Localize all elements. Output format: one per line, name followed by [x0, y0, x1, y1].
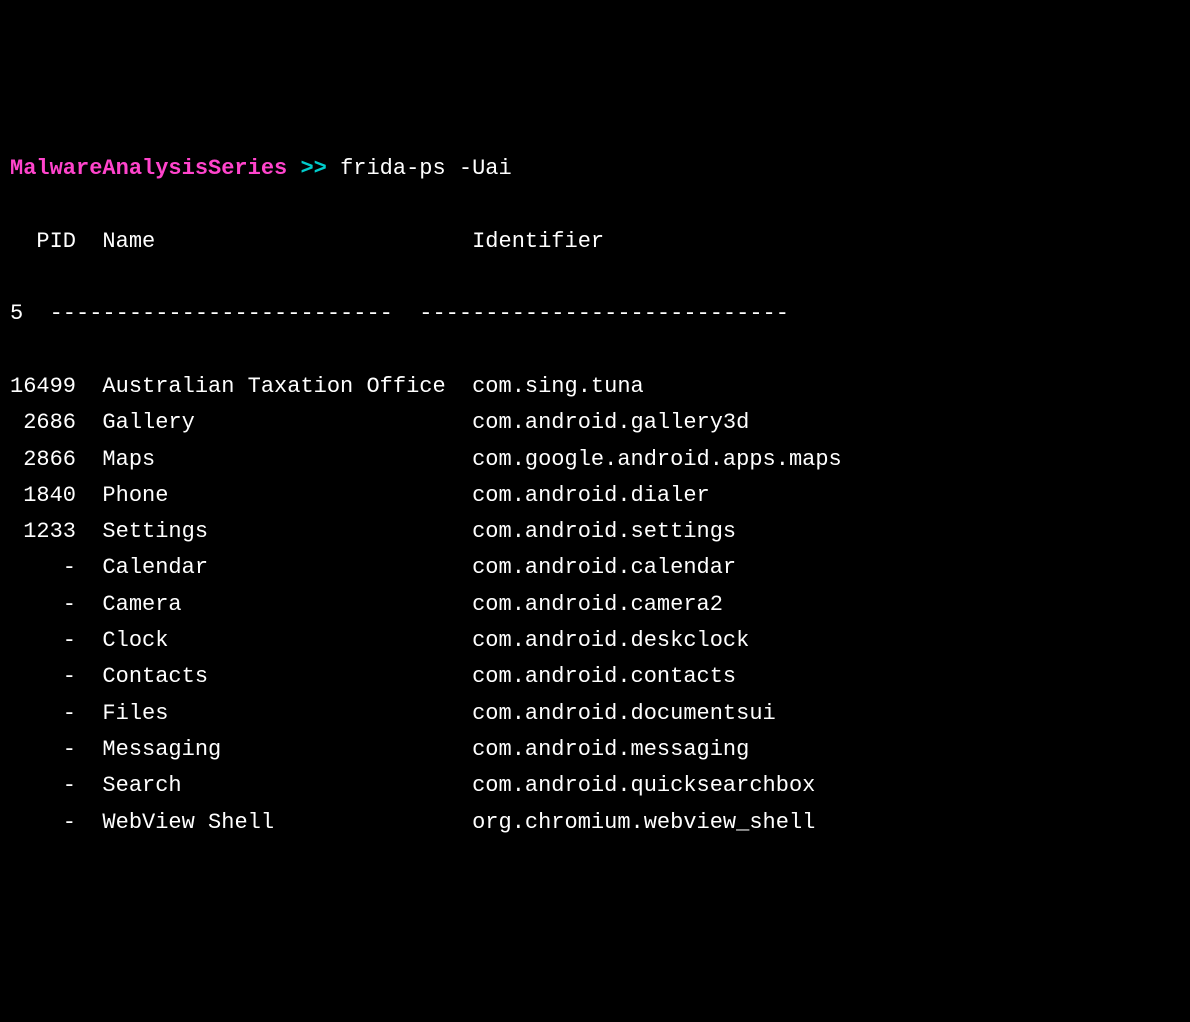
cell-pid: 2686: [10, 410, 76, 435]
table-row: 1233 Settings com.android.settings: [10, 514, 1180, 550]
cell-identifier: com.android.documentsui: [472, 701, 776, 726]
gutter-number: 5: [10, 301, 23, 326]
cell-name: Phone: [102, 483, 445, 508]
cell-pid: -: [10, 810, 76, 835]
table-divider: 5 -------------------------- -----------…: [10, 296, 1180, 332]
cell-pid: 2866: [10, 447, 76, 472]
cell-identifier: com.android.messaging: [472, 737, 749, 762]
table-row: - WebView Shell org.chromium.webview_she…: [10, 805, 1180, 841]
table-row: - Search com.android.quicksearchbox: [10, 768, 1180, 804]
cell-pid: 1840: [10, 483, 76, 508]
table-row: - Files com.android.documentsui: [10, 696, 1180, 732]
cell-identifier: org.chromium.webview_shell: [472, 810, 815, 835]
cell-pid: -: [10, 592, 76, 617]
table-row: - Messaging com.android.messaging: [10, 732, 1180, 768]
cell-identifier: com.android.deskclock: [472, 628, 749, 653]
cell-name: Calendar: [102, 555, 445, 580]
cell-name: Search: [102, 773, 445, 798]
cell-pid: -: [10, 664, 76, 689]
cell-name: Gallery: [102, 410, 445, 435]
table-row: - Camera com.android.camera2: [10, 587, 1180, 623]
table-header: PID Name Identifier: [10, 224, 1180, 260]
cell-name: Messaging: [102, 737, 445, 762]
cell-pid: 1233: [10, 519, 76, 544]
cell-name: Clock: [102, 628, 445, 653]
cell-identifier: com.android.settings: [472, 519, 736, 544]
cell-pid: -: [10, 773, 76, 798]
cell-name: Maps: [102, 447, 445, 472]
table-row: 2686 Gallery com.android.gallery3d: [10, 405, 1180, 441]
header-name: Name: [102, 229, 155, 254]
cell-identifier: com.google.android.apps.maps: [472, 447, 842, 472]
cell-name: Australian Taxation Office: [102, 374, 445, 399]
cell-identifier: com.sing.tuna: [472, 374, 644, 399]
prompt-directory: MalwareAnalysisSeries: [10, 151, 287, 187]
cell-name: Files: [102, 701, 445, 726]
cell-pid: -: [10, 555, 76, 580]
header-pid: PID: [36, 229, 76, 254]
header-identifier: Identifier: [472, 229, 604, 254]
table-row: 16499 Australian Taxation Office com.sin…: [10, 369, 1180, 405]
prompt-separator: >>: [287, 151, 340, 187]
table-row: - Contacts com.android.contacts: [10, 659, 1180, 695]
command-text: frida-ps -Uai: [340, 151, 512, 187]
divider-name: --------------------------: [50, 301, 393, 326]
cell-name: Contacts: [102, 664, 445, 689]
cell-identifier: com.android.dialer: [472, 483, 710, 508]
cell-name: Camera: [102, 592, 445, 617]
cell-identifier: com.android.gallery3d: [472, 410, 749, 435]
cell-identifier: com.android.calendar: [472, 555, 736, 580]
cell-name: WebView Shell: [102, 810, 445, 835]
table-row: 1840 Phone com.android.dialer: [10, 478, 1180, 514]
cell-identifier: com.android.camera2: [472, 592, 723, 617]
cell-pid: -: [10, 628, 76, 653]
cell-pid: 16499: [10, 374, 76, 399]
table-row: - Clock com.android.deskclock: [10, 623, 1180, 659]
table-row: - Calendar com.android.calendar: [10, 550, 1180, 586]
cell-identifier: com.android.quicksearchbox: [472, 773, 815, 798]
divider-identifier: ----------------------------: [419, 301, 789, 326]
table-row: 2866 Maps com.google.android.apps.maps: [10, 442, 1180, 478]
prompt-line[interactable]: MalwareAnalysisSeries >> frida-ps -Uai: [10, 151, 1180, 187]
cell-pid: -: [10, 701, 76, 726]
cell-pid: -: [10, 737, 76, 762]
cell-name: Settings: [102, 519, 445, 544]
cell-identifier: com.android.contacts: [472, 664, 736, 689]
